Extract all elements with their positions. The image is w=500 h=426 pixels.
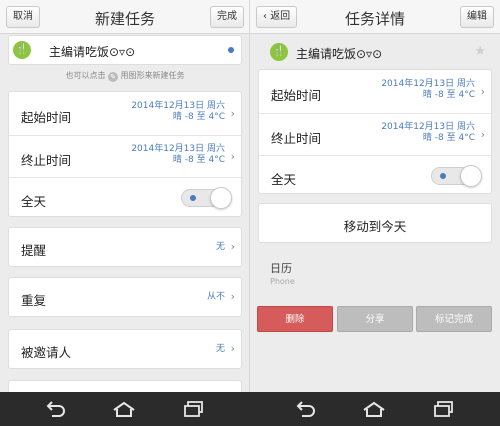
end-time-value: 2014年12月13日 周六 晴 -8 至 4°C: [381, 122, 475, 143]
task-detail-pane: ‹ 返回 任务详情 编辑 🍴 主编请吃饭⊙▿⊙ ★ 起始时间 2014年12月1…: [250, 0, 500, 392]
fork-knife-icon: 🍴: [270, 43, 288, 61]
system-nav-bar: [0, 392, 500, 426]
all-day-toggle[interactable]: [431, 165, 482, 187]
chevron-right-icon: ›: [230, 240, 235, 253]
new-task-pane: 取消 新建任务 完成 🍴 主编请吃饭⊙▿⊙ 也可以点击 ✎ 用图形来新建任务 起…: [0, 0, 250, 392]
end-time-row[interactable]: 终止时间 2014年12月13日 周六 晴 -8 至 4°C ›: [259, 114, 491, 155]
share-button[interactable]: 分享: [337, 306, 413, 332]
task-title: 主编请吃饭⊙▿⊙: [296, 47, 383, 61]
chevron-right-icon: ›: [480, 85, 485, 98]
end-time-value: 2014年12月13日 周六 晴 -8 至 4°C: [131, 144, 225, 165]
chevron-right-icon: ›: [230, 107, 235, 120]
chevron-right-icon: ›: [230, 290, 235, 303]
toggle-indicator-dot: [440, 173, 446, 179]
recents-icon[interactable]: [432, 400, 456, 418]
recents-icon[interactable]: [182, 400, 206, 418]
toggle-knob[interactable]: [210, 187, 232, 209]
end-time-label: 终止时间: [21, 153, 72, 168]
calendar-source: Phone: [270, 277, 295, 286]
start-time-label: 起始时间: [21, 110, 72, 125]
start-time-value: 2014年12月13日 周六 晴 -8 至 4°C: [381, 79, 475, 100]
repeat-row[interactable]: 重复 从不 ›: [8, 277, 242, 317]
back-icon[interactable]: [294, 400, 318, 418]
star-icon[interactable]: ★: [474, 44, 486, 59]
left-nav-bar: 取消 新建任务 完成: [0, 0, 249, 34]
task-title-input[interactable]: 主编请吃饭⊙▿⊙: [49, 43, 135, 60]
move-to-today-button[interactable]: 移动到今天: [258, 203, 492, 243]
home-icon[interactable]: [362, 400, 386, 418]
start-time-row[interactable]: 起始时间 2014年12月13日 周六 晴 -8 至 4°C ›: [259, 70, 491, 113]
hint-text: 也可以点击 ✎ 用图形来新建任务: [65, 71, 185, 82]
draw-shape-icon[interactable]: ✎: [108, 72, 118, 82]
repeat-value: 从不: [206, 292, 225, 302]
right-nav-bar: ‹ 返回 任务详情 编辑: [250, 0, 500, 34]
toggle-indicator-dot: [190, 195, 196, 201]
partial-row[interactable]: [8, 380, 242, 392]
invitees-value: 无: [215, 344, 225, 354]
reminder-label: 提醒: [21, 243, 47, 258]
task-title-card[interactable]: 🍴 主编请吃饭⊙▿⊙: [8, 35, 242, 65]
mark-complete-button[interactable]: 标记完成: [416, 306, 492, 332]
start-time-value: 2014年12月13日 周六 晴 -8 至 4°C: [131, 101, 225, 122]
color-dot-icon[interactable]: [228, 47, 234, 53]
move-to-today-label: 移动到今天: [343, 219, 407, 234]
all-day-label: 全天: [21, 194, 47, 209]
back-icon[interactable]: [44, 400, 68, 418]
toggle-knob[interactable]: [460, 165, 482, 187]
invitees-row[interactable]: 被邀请人 无 ›: [8, 329, 242, 369]
invitees-label: 被邀请人: [21, 345, 72, 360]
delete-button[interactable]: 删除: [257, 306, 333, 332]
all-day-toggle[interactable]: [181, 187, 232, 209]
chevron-right-icon: ›: [480, 128, 485, 141]
all-day-row: 全天: [259, 156, 491, 195]
time-card: 起始时间 2014年12月13日 周六 晴 -8 至 4°C › 终止时间 20…: [258, 69, 492, 194]
end-time-row[interactable]: 终止时间 2014年12月13日 周六 晴 -8 至 4°C ›: [9, 136, 241, 177]
calendar-title: 日历: [270, 262, 292, 275]
home-icon[interactable]: [112, 400, 136, 418]
start-time-row[interactable]: 起始时间 2014年12月13日 周六 晴 -8 至 4°C ›: [9, 92, 241, 135]
reminder-row[interactable]: 提醒 无 ›: [8, 227, 242, 267]
chevron-right-icon: ›: [230, 150, 235, 163]
repeat-label: 重复: [21, 293, 47, 308]
fork-knife-icon: 🍴: [13, 41, 31, 59]
chevron-right-icon: ›: [230, 342, 235, 355]
time-card: 起始时间 2014年12月13日 周六 晴 -8 至 4°C › 终止时间 20…: [8, 91, 242, 217]
done-button[interactable]: 完成: [210, 6, 244, 28]
reminder-value: 无: [215, 242, 225, 252]
edit-button[interactable]: 编辑: [460, 6, 494, 28]
end-time-label: 终止时间: [271, 131, 322, 146]
all-day-label: 全天: [271, 172, 297, 187]
all-day-row: 全天: [9, 178, 241, 218]
start-time-label: 起始时间: [271, 88, 322, 103]
